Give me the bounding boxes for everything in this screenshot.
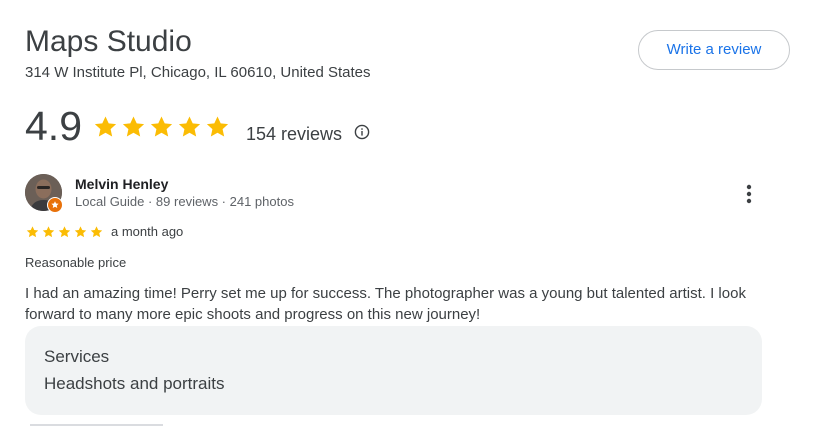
review-tag: Reasonable price [25, 255, 127, 270]
star-icon [94, 116, 117, 137]
star-icon [206, 116, 229, 137]
star-icon [90, 226, 103, 238]
more-vertical-icon[interactable] [739, 183, 759, 205]
reviewer-meta: Local Guide · 89 reviews · 241 photos [75, 194, 294, 209]
business-address: 314 W Institute Pl, Chicago, IL 60610, U… [25, 64, 371, 81]
reviewer-name[interactable]: Melvin Henley [75, 175, 168, 193]
local-guide-badge-icon [47, 197, 63, 213]
average-rating-stars [92, 114, 231, 140]
business-name: Maps Studio [25, 25, 192, 58]
star-icon [178, 116, 201, 137]
review-rating-stars [25, 225, 104, 239]
star-icon [58, 226, 71, 238]
services-card: Services Headshots and portraits [25, 326, 762, 415]
services-title: Services [44, 347, 110, 366]
review-time: a month ago [111, 224, 184, 239]
review-count: 154 reviews [246, 124, 343, 144]
info-icon[interactable] [354, 124, 370, 140]
place-reviews-panel: Maps Studio 314 W Institute Pl, Chicago,… [0, 0, 839, 426]
average-rating: 4.9 [25, 103, 82, 149]
write-review-button[interactable]: Write a review [638, 30, 790, 70]
star-icon [74, 226, 87, 238]
review-text: I had an amazing time! Perry set me up f… [25, 285, 746, 323]
services-value: Headshots and portraits [44, 374, 225, 393]
star-icon [42, 226, 55, 238]
star-icon [122, 116, 145, 137]
star-icon [26, 226, 39, 238]
star-icon [150, 116, 173, 137]
